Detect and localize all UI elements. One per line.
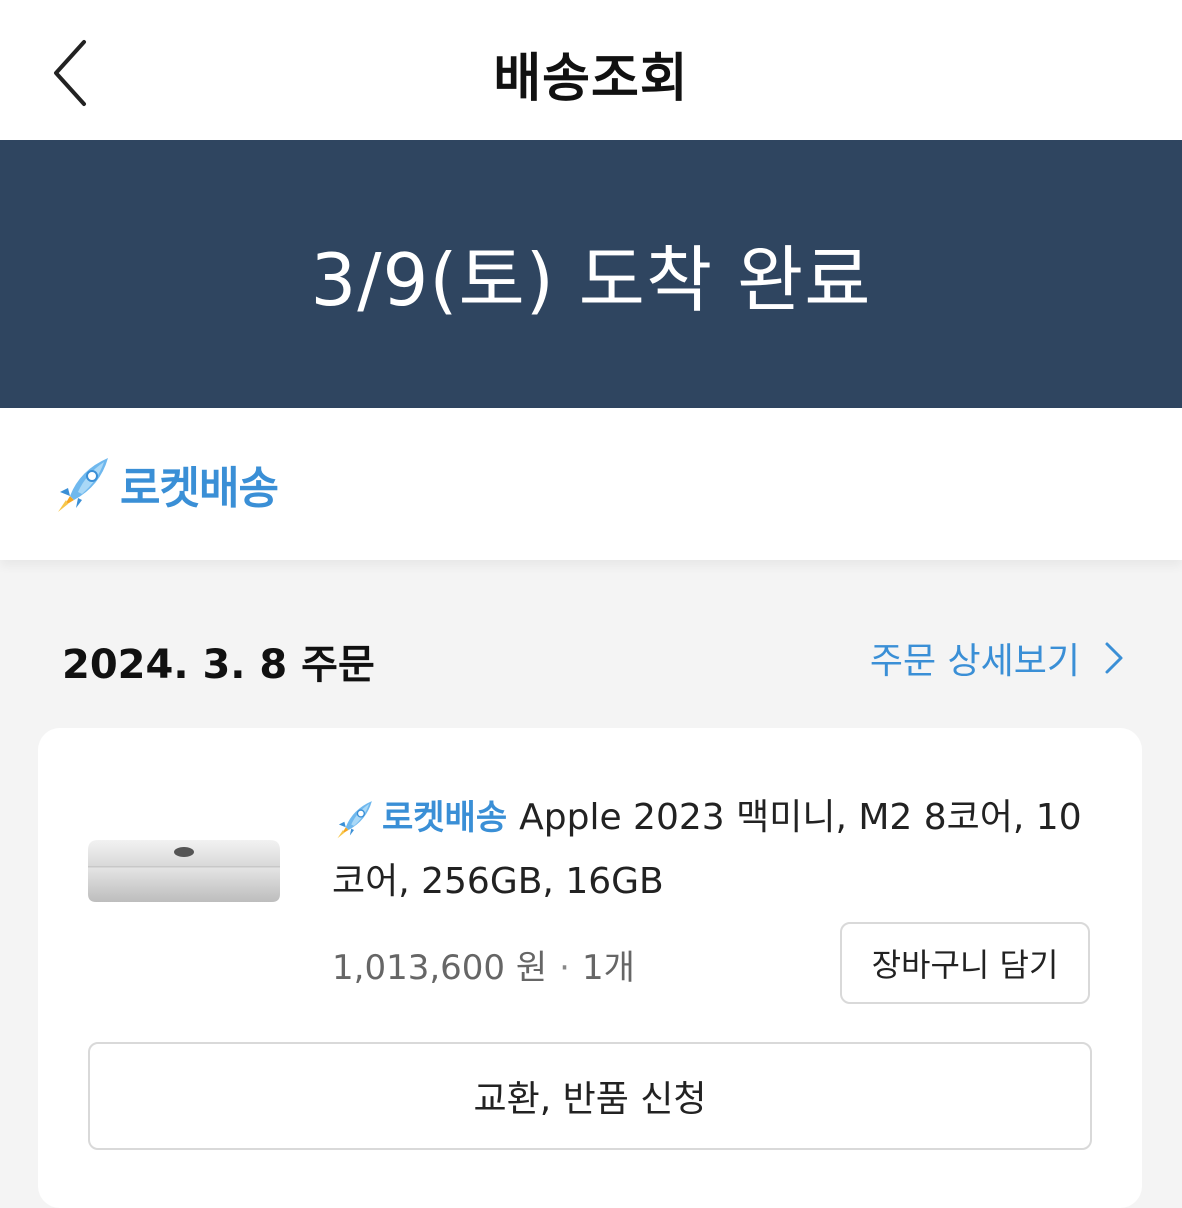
page-title: 배송조회 [493,49,689,109]
product-rocket-label: 로켓배송 [382,798,508,838]
top-bar: 배송조회 [0,0,1182,140]
order-date: 2024. 3. 8 주문 [62,642,375,688]
price-quantity: 1,013,600 원 · 1개 [332,940,635,989]
order-item-card: 로켓배송 Apple 2023 맥미니, M2 8코어, 10코어, 256GB,… [38,728,1142,1208]
product-quantity: 1개 [581,948,635,988]
separator-dot: · [559,948,570,988]
product-price: 1,013,600 원 [332,948,548,988]
delivery-type-section: 로켓배송 [0,408,1182,560]
product-image[interactable] [86,836,282,906]
rocket-delivery-label: 로켓배송 [120,463,279,514]
chevron-right-icon [1104,641,1124,675]
rocket-icon [332,797,376,841]
delivery-status-text: 3/9(토) 도착 완료 [310,237,872,322]
order-detail-label: 주문 상세보기 [869,641,1080,682]
delivery-status-banner: 3/9(토) 도착 완료 [0,140,1182,408]
rocket-delivery-badge: 로켓배송 [50,452,279,516]
exchange-return-button[interactable]: 교환, 반품 신청 [88,1042,1092,1150]
add-to-cart-button[interactable]: 장바구니 담기 [840,922,1090,1004]
product-name[interactable]: 로켓배송 Apple 2023 맥미니, M2 8코어, 10코어, 256GB,… [332,786,1092,914]
order-detail-link[interactable]: 주문 상세보기 [870,632,1124,684]
rocket-icon [58,458,108,512]
